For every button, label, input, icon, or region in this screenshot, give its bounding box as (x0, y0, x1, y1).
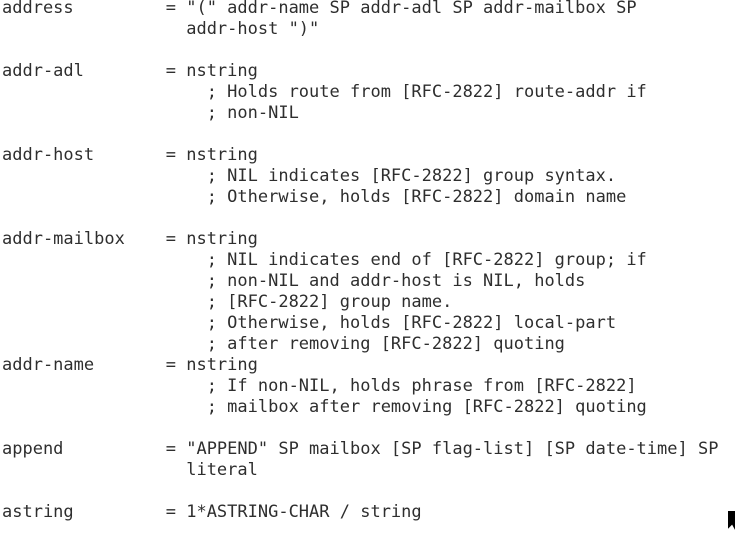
grammar-line: ; after removing [RFC-2822] quoting (2, 334, 565, 354)
grammar-line (2, 208, 718, 229)
grammar-line: ; Holds route from [RFC-2822] route-addr… (2, 82, 647, 102)
grammar-line: addr-name = nstring (2, 355, 258, 375)
grammar-line: ; Otherwise, holds [RFC-2822] local-part (2, 313, 617, 333)
grammar-line: literal (2, 460, 258, 480)
grammar-line: addr-host ")" (2, 19, 320, 39)
document-view: address = "(" addr-name SP addr-adl SP a… (0, 0, 735, 534)
grammar-line: address = "(" addr-name SP addr-adl SP a… (2, 0, 637, 18)
grammar-line: addr-adl = nstring (2, 61, 258, 81)
grammar-line (2, 124, 718, 145)
grammar-line: addr-mailbox = nstring (2, 229, 258, 249)
grammar-line: ; If non-NIL, holds phrase from [RFC-282… (2, 376, 637, 396)
grammar-line: ; non-NIL and addr-host is NIL, holds (2, 271, 586, 291)
grammar-line: append = "APPEND" SP mailbox [SP flag-li… (2, 439, 719, 459)
grammar-line (2, 481, 718, 502)
grammar-line: ; non-NIL (2, 103, 299, 123)
grammar-line: astring = 1*ASTRING-CHAR / string (2, 502, 422, 522)
grammar-line: ; NIL indicates [RFC-2822] group syntax. (2, 166, 617, 186)
grammar-line (2, 40, 718, 61)
grammar-line (2, 418, 718, 439)
grammar-line: ; mailbox after removing [RFC-2822] quot… (2, 397, 647, 417)
rfc-grammar-text: address = "(" addr-name SP addr-adl SP a… (2, 0, 718, 523)
grammar-line: ; NIL indicates end of [RFC-2822] group;… (2, 250, 647, 270)
mouse-pointer-icon (727, 510, 735, 532)
grammar-line: ; [RFC-2822] group name. (2, 292, 453, 312)
grammar-line: ; Otherwise, holds [RFC-2822] domain nam… (2, 187, 627, 207)
grammar-line: addr-host = nstring (2, 145, 258, 165)
